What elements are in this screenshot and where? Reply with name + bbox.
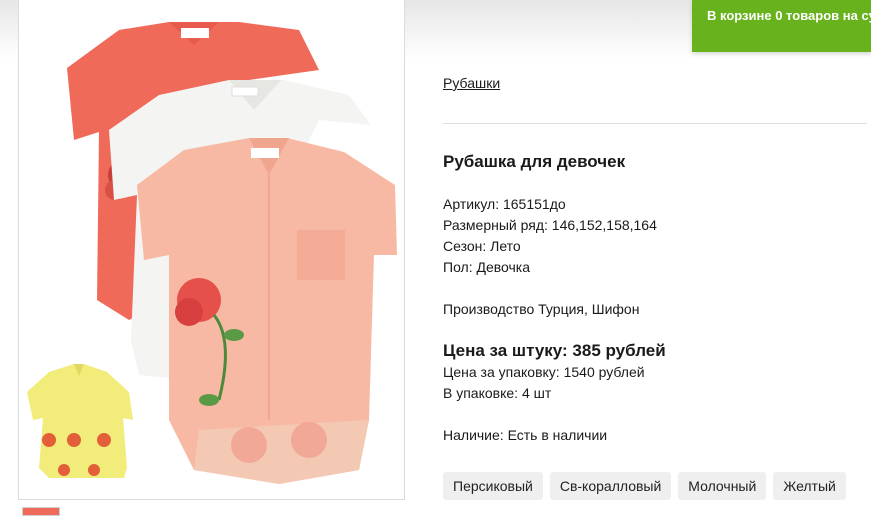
cart-count: 0 товаров <box>775 8 840 23</box>
color-options: Персиковый Св-коралловый Молочный Желтый <box>443 472 846 500</box>
color-option-light-coral[interactable]: Св-коралловый <box>549 472 672 500</box>
gender-text: Пол: Девочка <box>443 259 531 275</box>
availability-text: Наличие: Есть в наличии <box>443 427 608 443</box>
peach-shirt-image <box>137 138 397 484</box>
cart-banner[interactable]: В корзине 0 товаров на сумму <box>692 0 871 52</box>
production-text: Производство Турция, Шифон <box>443 301 640 317</box>
product-gallery[interactable] <box>18 0 405 500</box>
pack-price: Цена за упаковку: 1540 рублей <box>443 364 645 380</box>
gallery-thumbnail[interactable] <box>22 507 60 516</box>
product-attributes: Артикул: 165151до Размерный ряд: 146,152… <box>443 194 657 278</box>
yellow-shirt-image <box>27 364 133 478</box>
product-title: Рубашка для девочек <box>443 152 626 171</box>
color-option-peach[interactable]: Персиковый <box>443 472 543 500</box>
season-text: Сезон: Лето <box>443 238 521 254</box>
article-text: Артикул: 165151до <box>443 196 566 212</box>
sizes-text: Размерный ряд: 146,152,158,164 <box>443 217 657 233</box>
product-photo <box>27 22 397 484</box>
pack-quantity: В упаковке: 4 шт <box>443 385 552 401</box>
cart-suffix: на сумму <box>842 8 871 23</box>
pack-info: Цена за упаковку: 1540 рублей В упаковке… <box>443 362 645 404</box>
breadcrumb[interactable]: Рубашки <box>443 75 500 91</box>
cart-prefix: В корзине <box>707 8 772 23</box>
color-option-yellow[interactable]: Желтый <box>773 472 846 500</box>
color-option-milk[interactable]: Молочный <box>678 472 767 500</box>
divider <box>443 123 867 124</box>
unit-price: Цена за штуку: 385 рублей <box>443 341 666 360</box>
